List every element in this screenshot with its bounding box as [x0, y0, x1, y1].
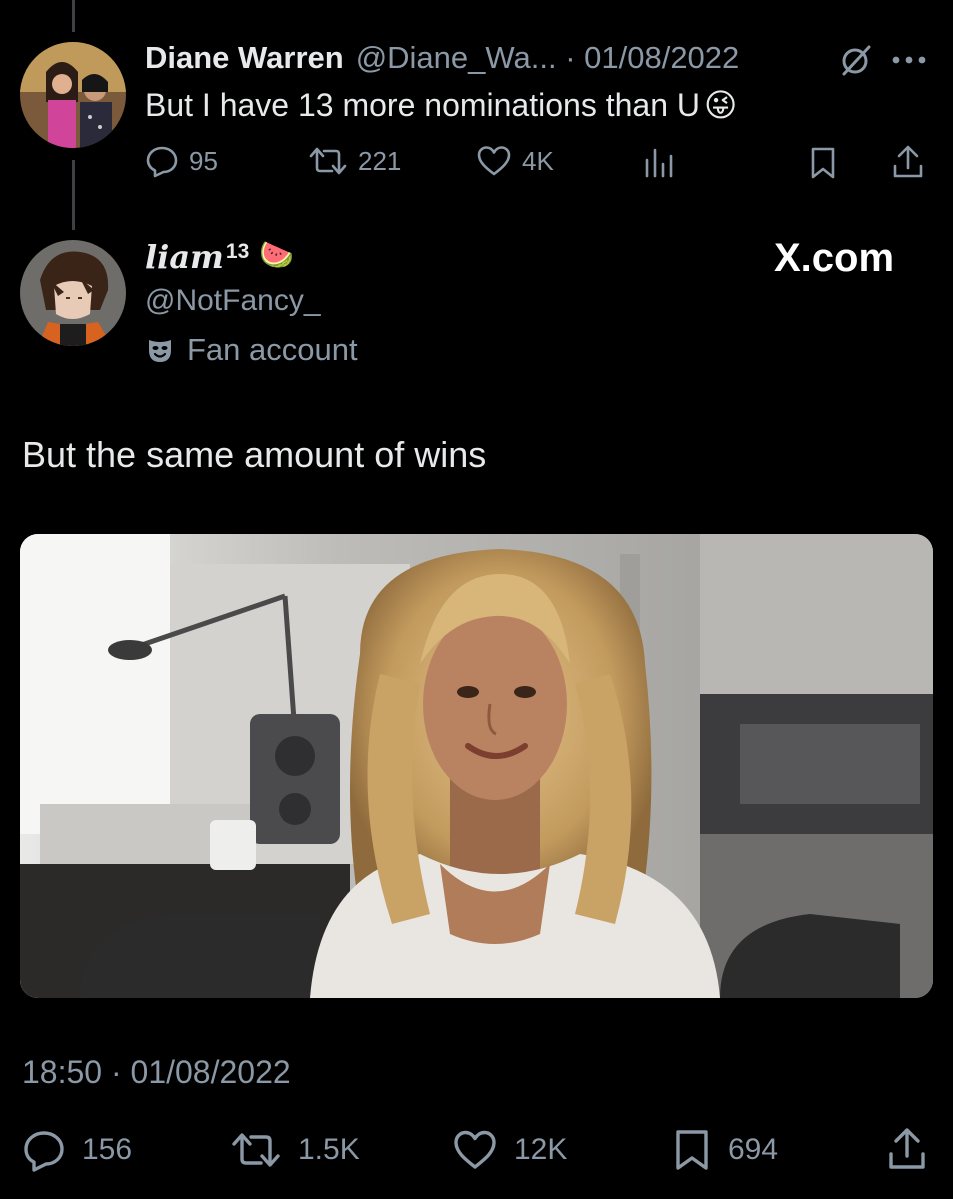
retweet-icon [309, 147, 347, 175]
like-icon [454, 1130, 496, 1169]
avatar-diane-warren[interactable] [20, 42, 126, 148]
reply-button[interactable]: 95 [145, 144, 218, 178]
badge-label: Fan account [187, 332, 358, 367]
watermelon-emoji: 🍉 [259, 239, 295, 270]
handle-and-date[interactable]: @Diane_Wa... · 01/08/2022 [356, 40, 740, 76]
tweet-text: But I have 13 more nominations than U [145, 86, 700, 123]
reply-button[interactable]: 156 [22, 1128, 132, 1172]
fan-account-badge: Fan account [145, 332, 358, 368]
tweet-timestamp[interactable]: 18:50 · 01/08/2022 [22, 1054, 291, 1091]
winking-tongue-emoji: 😜 [703, 87, 738, 123]
retweet-button[interactable]: 1.5K [230, 1128, 360, 1172]
thread-line-bottom [72, 160, 75, 230]
bookmark-icon [811, 147, 835, 179]
bookmark-count: 694 [728, 1133, 779, 1166]
bookmark-button[interactable] [808, 146, 838, 180]
author-name[interactable]: Diane Warren [145, 40, 344, 76]
reply-icon [146, 146, 178, 178]
watermark: X.com [774, 236, 895, 280]
tweet-text: But the same amount of wins [22, 434, 487, 475]
tweet-author-row: liam 13 🍉 [145, 238, 294, 276]
retweet-button[interactable]: 221 [308, 144, 401, 178]
author-superscript: 13 [225, 240, 250, 263]
grok-icon[interactable] [838, 42, 874, 78]
retweet-count: 1.5K [298, 1133, 360, 1166]
tweet-handle[interactable]: @NotFancy_ [145, 284, 321, 318]
retweet-count: 221 [358, 145, 402, 176]
views-icon [645, 148, 673, 178]
like-count: 12K [514, 1133, 568, 1166]
like-icon [477, 146, 511, 176]
bookmark-icon [676, 1130, 708, 1170]
more-icon[interactable] [890, 52, 930, 68]
share-button[interactable] [891, 144, 925, 180]
quoted-tweet-text: But I have 13 more nominations than U 😜 [145, 86, 925, 124]
reply-icon [24, 1131, 64, 1172]
thread-line-top [72, 0, 75, 32]
author-name[interactable]: liam [145, 238, 224, 276]
bookmark-button[interactable]: 694 [672, 1128, 778, 1172]
share-icon [893, 145, 923, 178]
views-button[interactable] [643, 146, 675, 180]
reply-count: 156 [82, 1133, 133, 1166]
media-gif[interactable] [20, 534, 933, 998]
retweet-icon [232, 1133, 280, 1167]
share-button[interactable] [886, 1126, 928, 1172]
quoted-tweet-header: Diane Warren @Diane_Wa... · 01/08/2022 [145, 38, 925, 78]
mask-icon [149, 340, 171, 362]
like-button[interactable]: 4K [476, 144, 554, 178]
share-icon [889, 1128, 925, 1169]
like-count: 4K [522, 145, 554, 176]
avatar-liam[interactable] [20, 240, 126, 346]
reply-count: 95 [189, 145, 218, 176]
like-button[interactable]: 12K [452, 1128, 567, 1172]
